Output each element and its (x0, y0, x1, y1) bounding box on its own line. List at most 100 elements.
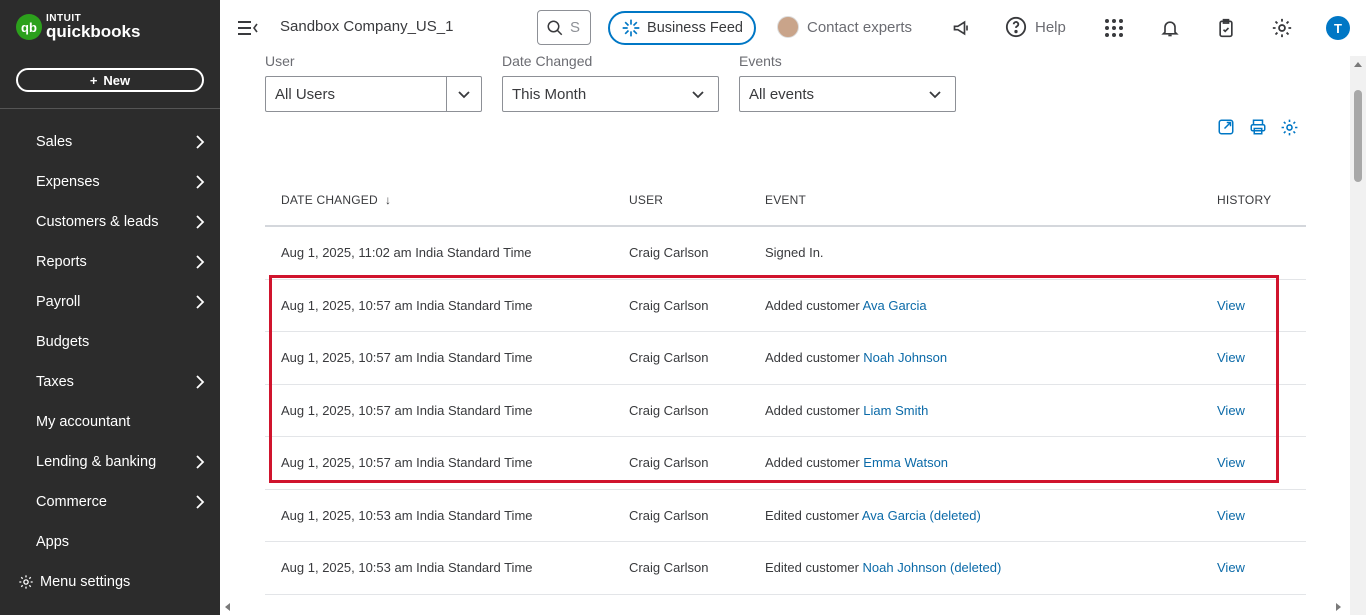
chevron-right-icon (190, 452, 210, 472)
sidebar-item-reports[interactable]: Reports (0, 242, 220, 282)
sidebar-nav: Sales Expenses Customers & leads Reports Pay… (0, 122, 220, 562)
customer-link[interactable]: Ava Garcia (deleted) (862, 508, 981, 523)
event-text: Edited customer (765, 560, 863, 576)
date-cell: Aug 1, 2025, 10:57 am India Standard Tim… (281, 350, 533, 366)
table-body: Aug 1, 2025, 11:02 am India Standard Tim… (265, 227, 1306, 595)
gear-icon (19, 575, 33, 589)
sidebar-item-budgets[interactable]: Budgets (0, 322, 220, 362)
table-row: Aug 1, 2025, 10:57 am India Standard Tim… (265, 280, 1306, 332)
chevron-down-icon (915, 77, 955, 111)
task-clipboard-icon[interactable] (1214, 16, 1238, 40)
contact-experts-label: Contact experts (807, 18, 913, 36)
sidebar-item-label: Reports (36, 254, 87, 270)
date-cell: Aug 1, 2025, 10:57 am India Standard Tim… (281, 402, 533, 418)
view-history-link[interactable]: View (1217, 403, 1245, 418)
event-cell: Added customer Noah Johnson (765, 350, 947, 365)
search-placeholder: S (570, 19, 581, 36)
audit-log-table: DATE CHANGED ↓ USER EVENT HISTORY Aug 1,… (265, 174, 1306, 595)
new-button-label: New (103, 72, 131, 88)
settings-gear-icon[interactable] (1270, 16, 1294, 40)
company-name[interactable]: Sandbox Company_US_1 (280, 18, 453, 35)
sidebar-item-apps[interactable]: Apps (0, 522, 220, 562)
help-label: Help (1035, 18, 1066, 36)
business-feed-label: Business Feed (647, 20, 743, 36)
help-button[interactable]: Help (1005, 16, 1066, 38)
table-settings-gear-icon[interactable] (1278, 116, 1300, 138)
view-history-link[interactable]: View (1217, 560, 1245, 575)
user-cell: Craig Carlson (629, 402, 709, 418)
date-changed-header[interactable]: DATE CHANGED ↓ (281, 193, 391, 207)
scroll-left-arrow-icon[interactable] (225, 603, 230, 611)
table-row: Aug 1, 2025, 10:57 am India Standard Tim… (265, 332, 1306, 385)
scroll-up-arrow-icon[interactable] (1354, 62, 1362, 67)
event-text: Added customer (765, 402, 864, 418)
table-header: DATE CHANGED ↓ USER EVENT HISTORY (265, 174, 1306, 227)
collapse-menu-icon[interactable] (237, 18, 259, 38)
customer-link[interactable]: Ava Garcia (863, 298, 927, 313)
app-grid-icon[interactable] (1102, 16, 1126, 40)
print-icon[interactable] (1247, 116, 1269, 138)
chevron-right-icon (190, 212, 210, 232)
business-feed-button[interactable]: Business Feed (608, 11, 756, 45)
sidebar-divider (0, 108, 220, 109)
event-text: Edited customer (765, 507, 862, 523)
scroll-right-arrow-icon[interactable] (1336, 603, 1341, 611)
search-input[interactable]: S (537, 10, 591, 45)
date-cell: Aug 1, 2025, 10:57 am India Standard Tim… (281, 455, 533, 471)
export-icon[interactable] (1215, 116, 1237, 138)
user-avatar[interactable]: T (1326, 16, 1350, 40)
table-row: Aug 1, 2025, 10:53 am India Standard Tim… (265, 542, 1306, 595)
event-text: Added customer (765, 297, 863, 313)
chevron-right-icon (190, 292, 210, 312)
chevron-down-icon[interactable] (446, 77, 481, 111)
vertical-scrollbar[interactable] (1350, 56, 1366, 615)
left-sidebar: qb INTUIT quickbooks + New Sales Expenses… (0, 0, 220, 615)
sidebar-item-sales[interactable]: Sales (0, 122, 220, 162)
date-changed-select[interactable]: This Month (502, 76, 719, 112)
expert-avatar (777, 16, 799, 38)
menu-settings-button[interactable]: Menu settings (18, 574, 130, 590)
sidebar-item-customers-leads[interactable]: Customers & leads (0, 202, 220, 242)
view-history-link[interactable]: View (1217, 298, 1245, 313)
sidebar-item-payroll[interactable]: Payroll (0, 282, 220, 322)
search-icon (547, 20, 563, 35)
bell-icon[interactable] (1158, 16, 1182, 40)
event-cell: Edited customer Ava Garcia (deleted) (765, 508, 981, 523)
quickbooks-logo[interactable]: qb INTUIT quickbooks (16, 14, 140, 40)
event-cell: Signed In. (765, 245, 824, 260)
chevron-down-icon (678, 77, 718, 111)
view-history-link[interactable]: View (1217, 350, 1245, 365)
sidebar-item-taxes[interactable]: Taxes (0, 362, 220, 402)
customer-link[interactable]: Noah Johnson (863, 350, 947, 365)
customer-link[interactable]: Noah Johnson (deleted) (863, 560, 1002, 575)
megaphone-icon[interactable] (950, 16, 974, 40)
user-cell: Craig Carlson (629, 455, 709, 471)
sidebar-item-label: Lending & banking (36, 454, 157, 470)
chevron-right-icon (190, 492, 210, 512)
contact-experts-button[interactable]: Contact experts (777, 16, 912, 38)
sidebar-item-label: My accountant (36, 414, 131, 430)
view-history-link[interactable]: View (1217, 508, 1245, 523)
sidebar-item-my-accountant[interactable]: My accountant (0, 402, 220, 442)
sidebar-item-label: Expenses (36, 174, 100, 190)
table-row: Aug 1, 2025, 10:57 am India Standard Tim… (265, 385, 1306, 437)
event-header: EVENT (765, 192, 807, 207)
customer-link[interactable]: Liam Smith (863, 403, 928, 418)
view-history-link[interactable]: View (1217, 455, 1245, 470)
sidebar-item-commerce[interactable]: Commerce (0, 482, 220, 522)
customer-link[interactable]: Emma Watson (863, 455, 948, 470)
user-filter-select[interactable]: All Users (265, 76, 482, 112)
sidebar-item-expenses[interactable]: Expenses (0, 162, 220, 202)
sidebar-item-label: Customers & leads (36, 214, 159, 230)
sidebar-item-label: Taxes (36, 374, 74, 390)
sidebar-item-lending-banking[interactable]: Lending & banking (0, 442, 220, 482)
events-select[interactable]: All events (739, 76, 956, 112)
user-filter-label: User (265, 53, 295, 69)
sidebar-item-label: Payroll (36, 294, 81, 310)
menu-settings-label: Menu settings (40, 574, 131, 590)
new-button[interactable]: + New (16, 68, 204, 92)
sort-down-arrow-icon: ↓ (384, 192, 392, 207)
date-cell: Aug 1, 2025, 11:02 am India Standard Tim… (281, 245, 532, 261)
sidebar-item-label: Sales (36, 134, 73, 150)
scroll-thumb[interactable] (1354, 90, 1362, 182)
